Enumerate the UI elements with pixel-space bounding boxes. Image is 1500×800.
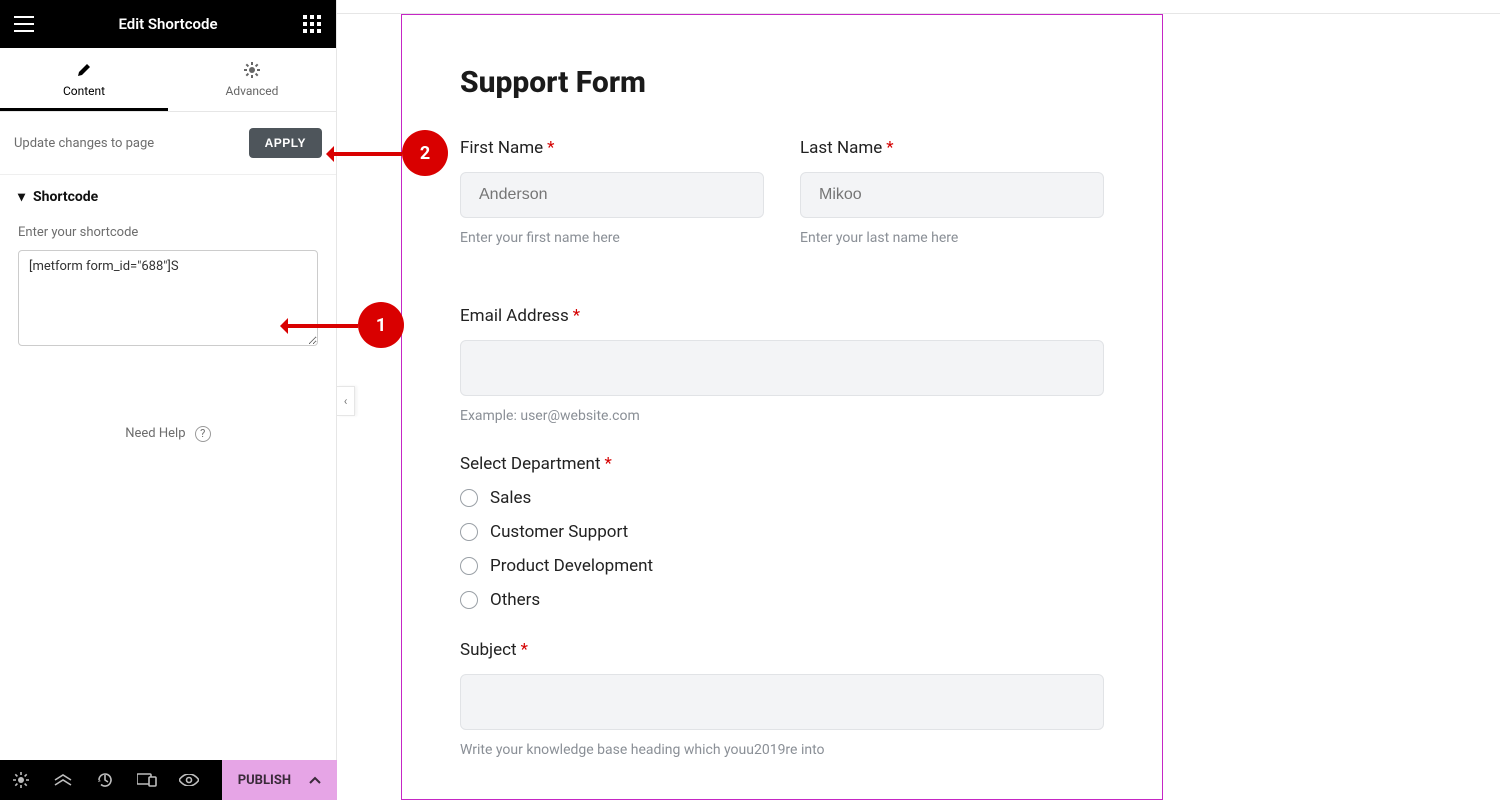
- radio-icon: [460, 557, 478, 575]
- first-name-block: First Name* Enter your first name here: [460, 138, 764, 246]
- last-name-help: Enter your last name here: [800, 230, 1104, 246]
- panel-spacer: [0, 462, 336, 800]
- last-name-input[interactable]: [800, 172, 1104, 218]
- tab-advanced[interactable]: Advanced: [168, 48, 336, 111]
- required-asterisk: *: [605, 454, 612, 474]
- navigator-icon[interactable]: [42, 760, 84, 800]
- need-help-label: Need Help: [125, 426, 185, 441]
- required-asterisk: *: [521, 640, 528, 660]
- selected-widget-frame[interactable]: Support Form First Name* Enter your firs…: [401, 14, 1163, 800]
- radio-label: Sales: [490, 488, 531, 508]
- department-label-text: Select Department: [460, 454, 601, 474]
- last-name-label-text: Last Name: [800, 138, 882, 158]
- radio-customer-support[interactable]: Customer Support: [460, 522, 1104, 542]
- subject-label: Subject*: [460, 640, 1104, 660]
- radio-label: Product Development: [490, 556, 653, 576]
- form-title: Support Form: [460, 65, 1104, 100]
- email-label-text: Email Address: [460, 306, 569, 326]
- tab-content-label: Content: [63, 84, 105, 98]
- editor-panel: Edit Shortcode Content Advanced Update c…: [0, 0, 337, 800]
- email-help: Example: user@website.com: [460, 408, 1104, 424]
- settings-icon[interactable]: [0, 760, 42, 800]
- pencil-icon: [0, 62, 168, 78]
- preview-icon[interactable]: [168, 760, 210, 800]
- subject-input[interactable]: [460, 674, 1104, 730]
- first-name-label: First Name*: [460, 138, 764, 158]
- department-radio-list: Sales Customer Support Product Developme…: [460, 488, 1104, 610]
- gear-icon: [168, 62, 336, 78]
- publish-button[interactable]: PUBLISH: [222, 760, 337, 800]
- radio-product-development[interactable]: Product Development: [460, 556, 1104, 576]
- radio-label: Customer Support: [490, 522, 628, 542]
- widgets-grid-icon[interactable]: [296, 8, 328, 40]
- editor-title: Edit Shortcode: [40, 15, 296, 33]
- apply-button[interactable]: APPLY: [249, 128, 322, 158]
- email-label: Email Address*: [460, 306, 1104, 326]
- first-name-input[interactable]: [460, 172, 764, 218]
- subject-help: Write your knowledge base heading which …: [460, 742, 1104, 758]
- history-icon[interactable]: [84, 760, 126, 800]
- radio-label: Others: [490, 590, 540, 610]
- chevron-up-icon: [309, 773, 321, 788]
- editor-tabs: Content Advanced: [0, 48, 336, 112]
- first-name-label-text: First Name: [460, 138, 543, 158]
- editor-footer: PUBLISH: [0, 760, 337, 800]
- first-name-help: Enter your first name here: [460, 230, 764, 246]
- apply-label: Update changes to page: [14, 136, 249, 151]
- menu-icon[interactable]: [8, 8, 40, 40]
- publish-label: PUBLISH: [238, 773, 291, 788]
- subject-label-text: Subject: [460, 640, 517, 660]
- required-asterisk: *: [547, 138, 554, 158]
- radio-icon: [460, 489, 478, 507]
- radio-icon: [460, 591, 478, 609]
- tab-advanced-label: Advanced: [226, 84, 279, 98]
- shortcode-section: ▾ Shortcode Enter your shortcode: [0, 175, 336, 350]
- required-asterisk: *: [573, 306, 580, 326]
- section-toggle-shortcode[interactable]: ▾ Shortcode: [18, 189, 318, 205]
- department-block: Select Department* Sales Customer Suppor…: [460, 454, 1104, 610]
- required-asterisk: *: [886, 138, 893, 158]
- subject-block: Subject* Write your knowledge base headi…: [460, 640, 1104, 758]
- help-icon: ?: [195, 426, 211, 442]
- last-name-block: Last Name* Enter your last name here: [800, 138, 1104, 246]
- section-title: Shortcode: [33, 189, 98, 205]
- caret-down-icon: ▾: [18, 189, 25, 205]
- radio-icon: [460, 523, 478, 541]
- responsive-icon[interactable]: [126, 760, 168, 800]
- support-form: Support Form First Name* Enter your firs…: [402, 15, 1162, 800]
- shortcode-field-label: Enter your shortcode: [18, 225, 318, 240]
- email-input[interactable]: [460, 340, 1104, 396]
- canvas-top-divider: [337, 0, 1500, 14]
- radio-sales[interactable]: Sales: [460, 488, 1104, 508]
- editor-topbar: Edit Shortcode: [0, 0, 336, 48]
- need-help-link[interactable]: Need Help ?: [0, 410, 336, 462]
- radio-others[interactable]: Others: [460, 590, 1104, 610]
- last-name-label: Last Name*: [800, 138, 1104, 158]
- shortcode-input[interactable]: [18, 250, 318, 346]
- preview-canvas: Support Form First Name* Enter your firs…: [337, 0, 1500, 800]
- apply-row: Update changes to page APPLY: [0, 112, 336, 175]
- department-label: Select Department*: [460, 454, 1104, 474]
- tab-content[interactable]: Content: [0, 48, 168, 111]
- email-block: Email Address* Example: user@website.com: [460, 306, 1104, 424]
